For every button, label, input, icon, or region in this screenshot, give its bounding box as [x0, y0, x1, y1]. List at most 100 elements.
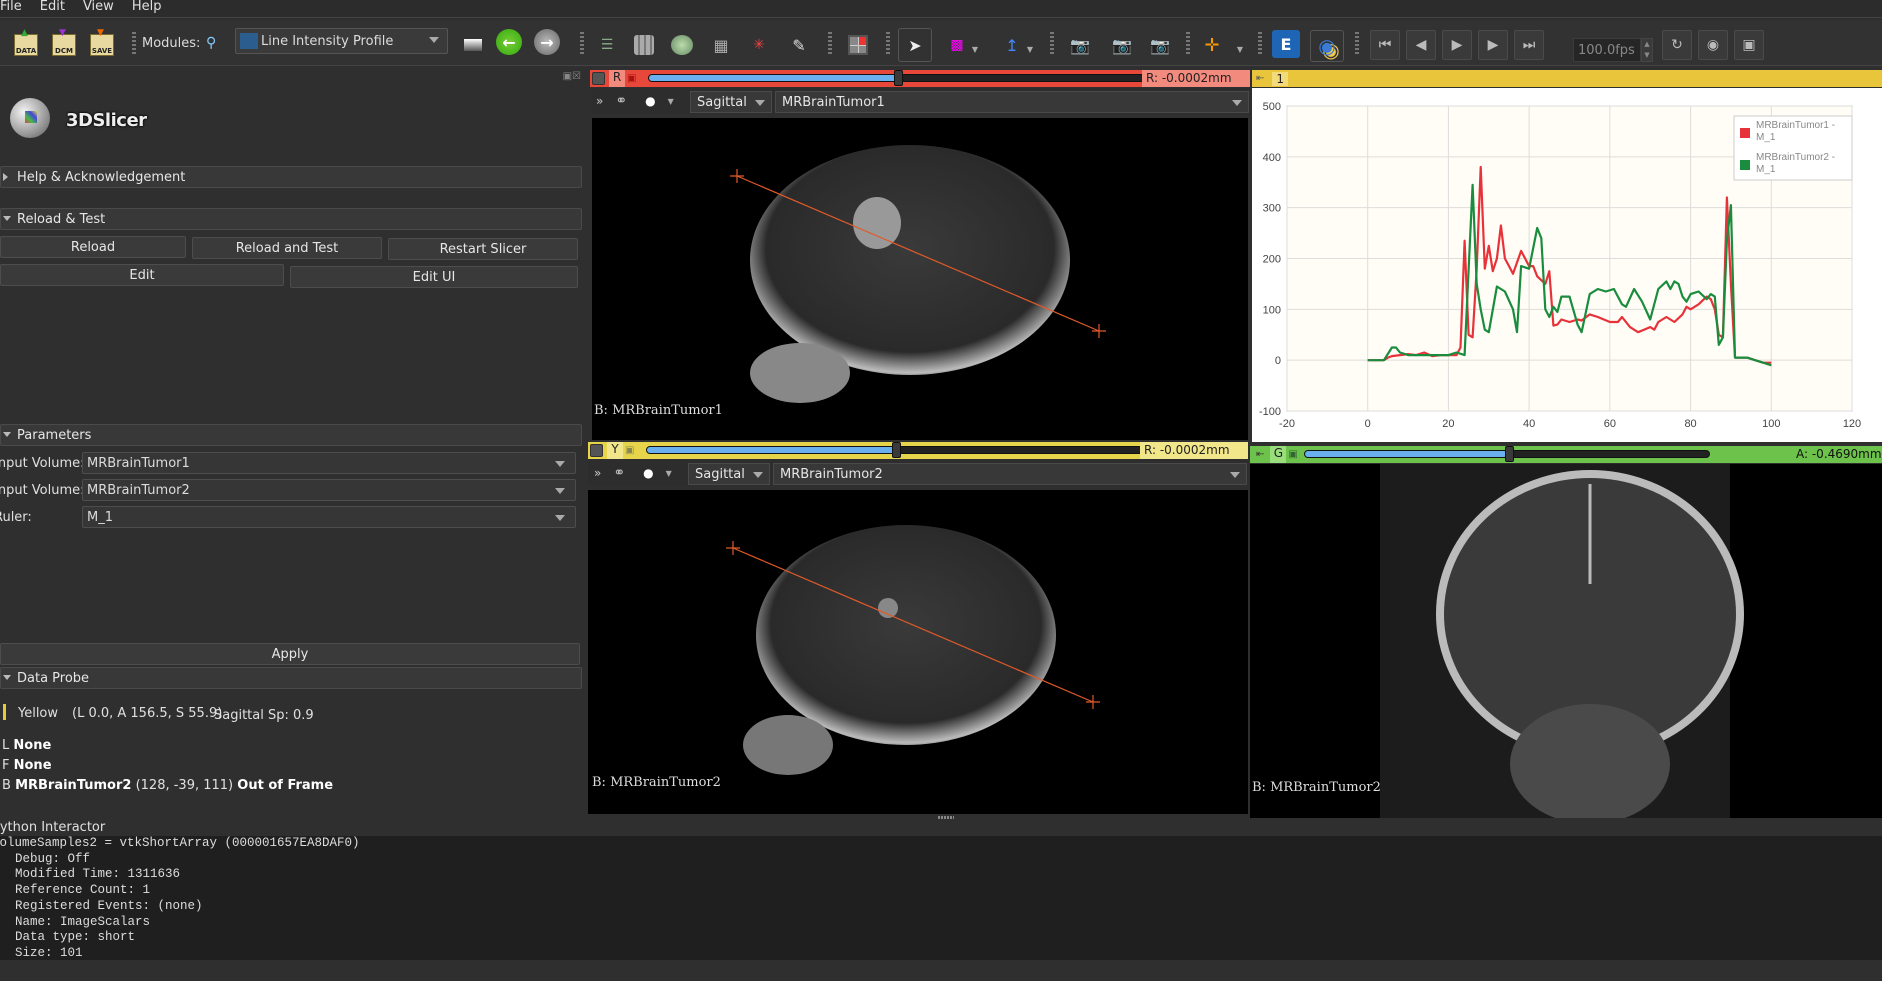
menu-edit[interactable]: Edit — [40, 0, 65, 17]
green-slice-view[interactable]: B: MRBrainTumor2 — [1250, 464, 1882, 818]
forward-arrow-icon[interactable]: → — [534, 29, 560, 55]
input-volume-1-value: MRBrainTumor1 — [87, 455, 190, 471]
toolbar-grip[interactable] — [828, 28, 832, 58]
legend-swatch — [1740, 160, 1750, 170]
chevron-down-icon — [1232, 100, 1242, 106]
ruler-select[interactable]: M_1 — [82, 506, 576, 528]
last-frame-button[interactable]: ⏭ — [1514, 30, 1544, 60]
loop-button[interactable]: ↻ — [1662, 30, 1692, 60]
slicer-logo-icon — [10, 98, 50, 138]
link-views-icon[interactable]: ⚭ — [613, 465, 625, 481]
scene-view-icon[interactable]: 📷 — [1108, 30, 1136, 60]
section-data-probe[interactable]: Data Probe — [0, 667, 582, 689]
green-offset-value: A: -0.4690mm — [1796, 447, 1882, 461]
edit-button[interactable]: Edit — [0, 264, 284, 286]
load-data-button[interactable]: ▲ DATA — [14, 28, 38, 60]
scene-view-list-icon[interactable]: 📷 — [1146, 30, 1174, 60]
chevron-down-icon[interactable]: ▼ — [668, 97, 674, 106]
crosshair-colors-icon[interactable]: ▩ — [945, 30, 969, 60]
pin-icon[interactable]: ⇤ — [1256, 73, 1264, 84]
data-tree-icon[interactable]: ☰ — [596, 30, 618, 60]
chevron-down-icon[interactable]: ▼ — [666, 469, 672, 478]
model-icon[interactable] — [671, 35, 693, 55]
previous-frame-button[interactable]: ◀ — [1406, 30, 1436, 60]
menu-help[interactable]: Help — [132, 0, 162, 17]
link-icon[interactable]: ▣ — [1288, 449, 1300, 460]
record-button[interactable]: ◉ — [1698, 30, 1728, 60]
python-console[interactable]: volumeSamples2 = vtkShortArray (00000165… — [0, 836, 1882, 960]
screenshot-icon[interactable]: 📷 — [1068, 30, 1092, 60]
first-frame-button[interactable]: ⏮ — [1370, 30, 1400, 60]
y-tick-label: 100 — [1263, 304, 1281, 316]
toolbar-grip[interactable] — [1355, 28, 1359, 58]
expand-icon[interactable]: » — [594, 466, 601, 480]
play-button[interactable]: ▶ — [1442, 30, 1472, 60]
pin-icon[interactable]: ⇤ — [1256, 449, 1264, 460]
green-offset-slider[interactable] — [1304, 446, 1710, 462]
layout-icon[interactable] — [846, 30, 870, 60]
toolbar-grip[interactable] — [580, 28, 584, 58]
module-search-icon[interactable]: ⚲ — [206, 28, 216, 58]
toolbar-grip[interactable] — [1050, 28, 1054, 58]
chevron-down-icon — [755, 100, 765, 106]
pin-icon[interactable] — [590, 444, 603, 457]
menu-file[interactable]: File — [0, 0, 22, 17]
transform-icon[interactable]: ▦ — [710, 30, 732, 60]
toolbar-grip[interactable] — [886, 28, 890, 58]
dicom-button[interactable]: ▼ DCM — [52, 28, 76, 60]
save-button[interactable]: ▼ SAVE — [90, 28, 114, 60]
chart-view[interactable]: -20 0 20 40 60 80 100 120 -100 0 100 200 300 400 500 MR… — [1252, 88, 1882, 442]
module-selector[interactable]: Line Intensity Profile — [235, 28, 448, 54]
extension-manager-icon[interactable]: E — [1272, 30, 1300, 58]
visibility-icon[interactable]: ● — [645, 94, 655, 108]
reload-and-test-button[interactable]: Reload and Test — [192, 237, 382, 259]
x-tick-label: 60 — [1604, 418, 1616, 430]
back-arrow-icon[interactable]: ← — [496, 29, 522, 55]
input-volume-2-select[interactable]: MRBrainTumor2 — [82, 479, 576, 501]
yellow-offset-slider[interactable] — [646, 442, 1144, 458]
link-icon[interactable]: ▣ — [625, 445, 637, 456]
panel-float-close-icon[interactable]: ▣☒ — [563, 71, 581, 82]
toolbar-grip[interactable] — [1186, 28, 1190, 58]
chevron-down-icon[interactable]: ▼ — [1025, 34, 1035, 64]
ruler-placement-icon[interactable]: ↥ — [1000, 30, 1024, 60]
pointer-mode-button[interactable]: ➤ — [898, 28, 932, 62]
red-volume-select[interactable]: MRBrainTumor1 — [775, 91, 1249, 113]
toolbar-grip[interactable] — [1258, 28, 1262, 58]
snapshot-button[interactable]: ▣ — [1734, 30, 1764, 60]
chevron-down-icon[interactable]: ▼ — [970, 34, 980, 64]
link-icon[interactable]: ▣ — [627, 73, 639, 84]
chevron-down-icon — [555, 488, 565, 494]
reload-button[interactable]: Reload — [0, 236, 186, 258]
red-slice-view[interactable]: B: MRBrainTumor1 — [592, 118, 1248, 440]
crosshair-icon[interactable]: ✛ — [1200, 30, 1224, 60]
next-frame-button[interactable]: ▶ — [1478, 30, 1508, 60]
fps-spinbox[interactable]: 100.0fps — [1573, 38, 1641, 62]
yellow-orientation-select[interactable]: Sagittal — [688, 463, 770, 485]
menu-view[interactable]: View — [83, 0, 114, 17]
python-console-button[interactable]: ◉ — [1310, 30, 1344, 62]
section-parameters[interactable]: Parameters — [0, 424, 582, 446]
red-orientation-select[interactable]: Sagittal — [690, 91, 772, 113]
legend-label: M_1 — [1756, 164, 1776, 175]
window-level-icon[interactable] — [460, 30, 486, 60]
restart-slicer-button[interactable]: Restart Slicer — [388, 238, 578, 260]
chevron-down-icon[interactable]: ▼ — [1235, 34, 1245, 64]
fps-stepper[interactable]: ▲ ▼ — [1641, 38, 1653, 62]
yellow-slice-view[interactable]: B: MRBrainTumor2 — [588, 490, 1248, 814]
markups-icon[interactable]: ✳ — [748, 30, 770, 60]
visibility-icon[interactable]: ● — [643, 466, 653, 480]
section-reload[interactable]: Reload & Test — [0, 208, 582, 230]
apply-button[interactable]: Apply — [0, 643, 580, 665]
input-volume-1-select[interactable]: MRBrainTumor1 — [82, 452, 576, 474]
3d-cube-icon[interactable] — [634, 35, 654, 55]
editor-icon[interactable]: ✎ — [788, 30, 810, 60]
link-views-icon[interactable]: ⚭ — [615, 93, 627, 109]
section-help[interactable]: Help & Acknowledgement — [0, 166, 582, 188]
yellow-volume-select[interactable]: MRBrainTumor2 — [773, 463, 1247, 485]
edit-ui-button[interactable]: Edit UI — [290, 266, 578, 288]
expand-icon[interactable]: » — [596, 94, 603, 108]
red-offset-slider[interactable] — [648, 70, 1146, 86]
pin-icon[interactable] — [592, 72, 605, 85]
toolbar-grip[interactable] — [132, 28, 136, 58]
